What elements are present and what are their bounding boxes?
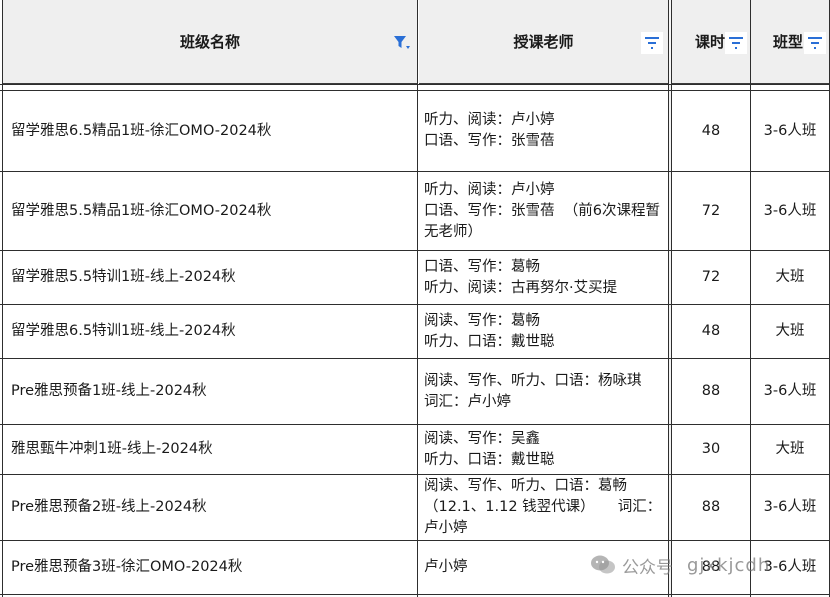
cell-type[interactable]: 大班 bbox=[751, 425, 829, 474]
cell-hours-text: 72 bbox=[701, 202, 721, 219]
cell-type[interactable]: 3-6人班 bbox=[751, 91, 829, 171]
cell-hours-text: 88 bbox=[701, 559, 721, 575]
grid-line bbox=[0, 171, 830, 172]
cell-hours[interactable]: 48 bbox=[672, 91, 750, 171]
cell-teacher[interactable]: 阅读、写作、听力、口语：葛畅（12.1、1.12 钱翌代课） 词汇：卢小婷 bbox=[418, 475, 668, 540]
cell-hours[interactable]: 72 bbox=[672, 251, 750, 304]
cell-class-name[interactable]: Pre雅思预备1班-线上-2024秋 bbox=[3, 359, 417, 424]
cell-hours-text: 88 bbox=[701, 499, 721, 515]
cell-type-text: 大班 bbox=[775, 269, 805, 285]
cell-type-text: 大班 bbox=[775, 441, 805, 457]
cell-type-text: 3-6人班 bbox=[763, 499, 817, 515]
filter-icon[interactable] bbox=[804, 32, 826, 54]
cell-hours-text: 72 bbox=[701, 269, 721, 285]
cell-type[interactable]: 大班 bbox=[751, 251, 829, 304]
cell-hours[interactable]: 72 bbox=[672, 172, 750, 250]
cell-class-name-text: Pre雅思预备3班-徐汇OMO-2024秋 bbox=[11, 559, 243, 575]
header-teacher-label: 授课老师 bbox=[513, 33, 574, 51]
cell-type-text: 大班 bbox=[775, 323, 805, 339]
grid-line bbox=[0, 250, 830, 251]
grid-line bbox=[0, 474, 830, 475]
cell-type[interactable]: 3-6人班 bbox=[751, 359, 829, 424]
cell-teacher[interactable]: 阅读、写作：葛畅 听力、口语：戴世聪 bbox=[418, 305, 668, 358]
cell-hours[interactable]: 48 bbox=[672, 305, 750, 358]
cell-hours-text: 88 bbox=[701, 383, 721, 399]
class-table: 班级名称 授课老师 课时 班型 留学雅思6.5精品1班-徐汇OMO-2024秋 … bbox=[0, 0, 830, 597]
filter-icon[interactable] bbox=[725, 32, 747, 54]
cell-type[interactable]: 大班 bbox=[751, 305, 829, 358]
cell-hours-text: 48 bbox=[701, 122, 721, 139]
header-teacher[interactable]: 授课老师 bbox=[419, 0, 668, 84]
cell-class-name-text: 雅思甄牛冲刺1班-线上-2024秋 bbox=[11, 441, 213, 457]
header-class-name[interactable]: 班级名称 bbox=[3, 0, 417, 84]
cell-type-text: 3-6人班 bbox=[763, 122, 817, 139]
cell-hours-text: 30 bbox=[701, 441, 721, 457]
cell-class-name-text: 留学雅思5.5精品1班-徐汇OMO-2024秋 bbox=[11, 202, 272, 219]
grid-line bbox=[0, 304, 830, 305]
cell-teacher[interactable]: 口语、写作：葛畅 听力、阅读：古再努尔·艾买提 bbox=[418, 251, 668, 304]
cell-teacher-text: 听力、阅读：卢小婷 口语、写作：张雪蓓 bbox=[424, 112, 555, 149]
cell-teacher[interactable]: 阅读、写作：吴鑫 听力、口语：戴世聪 bbox=[418, 425, 668, 474]
cell-type[interactable]: 3-6人班 bbox=[751, 541, 829, 594]
cell-hours[interactable]: 88 bbox=[672, 359, 750, 424]
filter-icon[interactable] bbox=[641, 32, 663, 54]
cell-teacher-text: 听力、阅读：卢小婷 口语、写作：张雪蓓 （前6次课程暂无老师） bbox=[424, 181, 660, 240]
cell-type[interactable]: 3-6人班 bbox=[751, 172, 829, 250]
cell-type-text: 3-6人班 bbox=[763, 559, 817, 575]
cell-class-name[interactable]: 留学雅思5.5特训1班-线上-2024秋 bbox=[3, 251, 417, 304]
grid-line bbox=[0, 90, 830, 91]
header-type-label: 班型 bbox=[773, 33, 804, 51]
cell-type-text: 3-6人班 bbox=[763, 202, 817, 219]
cell-hours[interactable]: 88 bbox=[672, 541, 750, 594]
header-hours-label: 课时 bbox=[695, 33, 726, 51]
cell-type-text: 3-6人班 bbox=[763, 383, 817, 399]
cell-type[interactable]: 3-6人班 bbox=[751, 475, 829, 540]
cell-teacher[interactable]: 卢小婷 bbox=[418, 541, 668, 594]
cell-teacher-text: 阅读、写作：葛畅 听力、口语：戴世聪 bbox=[424, 312, 555, 350]
cell-teacher[interactable]: 听力、阅读：卢小婷 口语、写作：张雪蓓 bbox=[418, 91, 668, 171]
cell-hours[interactable]: 30 bbox=[672, 425, 750, 474]
grid-line bbox=[0, 540, 830, 541]
cell-teacher-text: 阅读、写作、听力、口语：杨咏琪 词汇：卢小婷 bbox=[424, 372, 688, 410]
cell-class-name[interactable]: 留学雅思6.5精品1班-徐汇OMO-2024秋 bbox=[3, 91, 417, 171]
filter-active-icon[interactable] bbox=[392, 33, 412, 53]
cell-teacher[interactable]: 阅读、写作、听力、口语：杨咏琪 词汇：卢小婷 bbox=[418, 359, 668, 424]
cell-class-name-text: Pre雅思预备1班-线上-2024秋 bbox=[11, 383, 207, 399]
grid-line bbox=[0, 84, 830, 85]
cell-hours[interactable]: 88 bbox=[672, 475, 750, 540]
header-class-name-label: 班级名称 bbox=[179, 33, 240, 51]
cell-class-name[interactable]: 留学雅思5.5精品1班-徐汇OMO-2024秋 bbox=[3, 172, 417, 250]
cell-class-name[interactable]: 雅思甄牛冲刺1班-线上-2024秋 bbox=[3, 425, 417, 474]
cell-teacher[interactable]: 听力、阅读：卢小婷 口语、写作：张雪蓓 （前6次课程暂无老师） bbox=[418, 172, 668, 250]
cell-teacher-text: 阅读、写作：吴鑫 听力、口语：戴世聪 bbox=[424, 430, 555, 468]
cell-class-name[interactable]: Pre雅思预备2班-线上-2024秋 bbox=[3, 475, 417, 540]
cell-teacher-text: 阅读、写作、听力、口语：葛畅（12.1、1.12 钱翌代课） 词汇：卢小婷 bbox=[424, 478, 662, 536]
grid-line bbox=[0, 424, 830, 425]
cell-class-name[interactable]: 留学雅思6.5特训1班-线上-2024秋 bbox=[3, 305, 417, 358]
cell-teacher-text: 卢小婷 bbox=[424, 559, 468, 575]
cell-class-name-text: 留学雅思6.5特训1班-线上-2024秋 bbox=[11, 323, 236, 339]
grid-line bbox=[0, 594, 830, 595]
cell-class-name[interactable]: Pre雅思预备3班-徐汇OMO-2024秋 bbox=[3, 541, 417, 594]
grid-line bbox=[0, 358, 830, 359]
cell-hours-text: 48 bbox=[701, 323, 721, 339]
cell-class-name-text: 留学雅思6.5精品1班-徐汇OMO-2024秋 bbox=[11, 122, 272, 139]
cell-class-name-text: 留学雅思5.5特训1班-线上-2024秋 bbox=[11, 269, 236, 285]
cell-class-name-text: Pre雅思预备2班-线上-2024秋 bbox=[11, 499, 207, 515]
cell-teacher-text: 口语、写作：葛畅 听力、阅读：古再努尔·艾买提 bbox=[424, 258, 618, 296]
